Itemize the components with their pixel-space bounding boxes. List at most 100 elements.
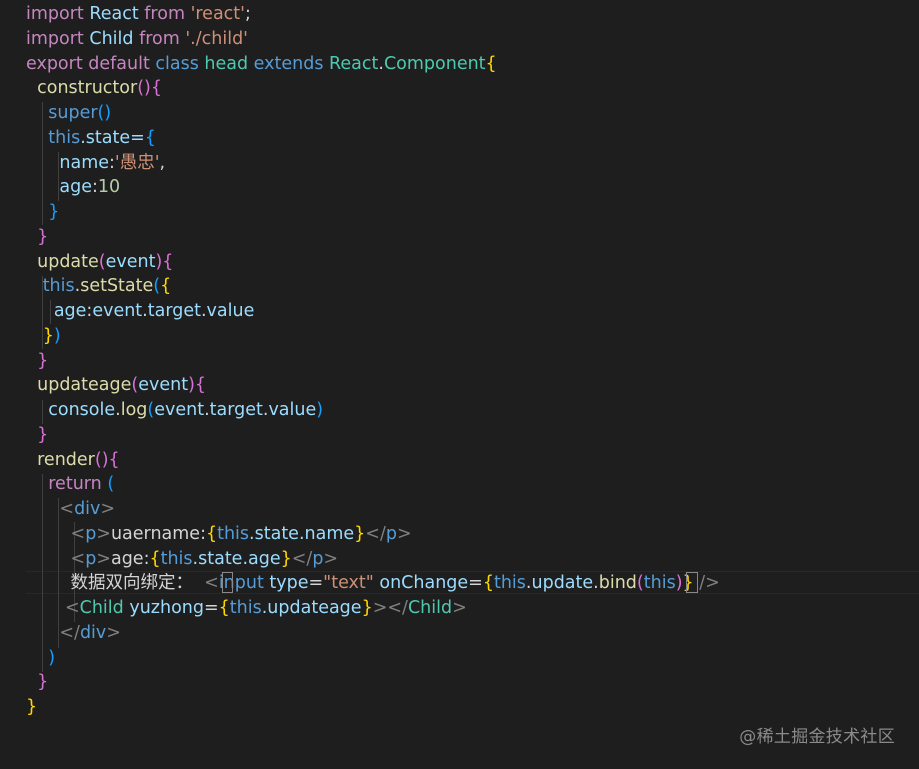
code-token: {: [160, 276, 172, 297]
code-token: </: [365, 523, 386, 544]
code-line[interactable]: <p>uaername:{this.state.name}</p>: [26, 522, 720, 547]
code-token: Child: [83, 28, 140, 49]
code-editor[interactable]: import React from 'react'; import Child f…: [0, 0, 919, 769]
code-line[interactable]: </div>: [26, 621, 720, 646]
code-token: >: [323, 548, 339, 569]
code-token: this: [217, 523, 250, 544]
code-token: =: [468, 573, 483, 594]
code-line[interactable]: updateage(event){: [26, 373, 720, 398]
code-content[interactable]: import React from 'react'; import Child f…: [26, 2, 720, 720]
code-token: >: [452, 598, 467, 618]
code-token: {: [205, 523, 218, 544]
code-token: ;: [244, 4, 251, 24]
code-token: this: [643, 573, 676, 594]
code-line[interactable]: super(): [26, 101, 720, 126]
code-token: {: [482, 573, 494, 594]
code-token: ): [26, 647, 56, 668]
code-token: 数据双向绑定：: [26, 573, 205, 594]
code-line[interactable]: console.log(event.target.value): [26, 398, 720, 423]
code-line[interactable]: constructor(){: [26, 76, 720, 101]
code-token: constructor: [26, 78, 138, 99]
code-token: "text": [323, 573, 374, 594]
code-line[interactable]: }: [26, 200, 720, 225]
code-token: extends: [253, 53, 324, 74]
code-token: Child: [407, 598, 453, 618]
code-line[interactable]: export default class head extends React.…: [26, 52, 720, 77]
code-line[interactable]: }: [26, 225, 720, 250]
code-token: this: [26, 127, 81, 148]
code-line[interactable]: }: [26, 349, 720, 374]
code-line[interactable]: age:event.target.value: [26, 299, 720, 324]
code-token: name: [26, 152, 110, 173]
code-line[interactable]: this.state={: [26, 126, 720, 151]
code-token: >: [96, 548, 111, 569]
code-line[interactable]: <p>age:{this.state.age}</p>: [26, 547, 720, 572]
code-line[interactable]: <Child yuzhong={this.updateage}></Child>: [26, 596, 720, 621]
code-token: target: [209, 400, 263, 420]
code-token: }: [361, 598, 373, 618]
code-token: p: [312, 548, 324, 569]
code-line[interactable]: ): [26, 646, 720, 671]
code-token: age: [26, 301, 87, 321]
code-token: }: [280, 548, 292, 569]
code-token: bind: [598, 573, 637, 594]
code-token: this: [26, 276, 75, 297]
code-line[interactable]: name:'愚忠',: [26, 151, 720, 176]
code-token: log: [120, 400, 148, 420]
code-token: >: [106, 622, 121, 643]
watermark-text: @稀土掘金技术社区: [739, 727, 895, 747]
code-token: onChange: [373, 573, 469, 594]
code-token: >: [396, 523, 412, 544]
code-token: age:: [110, 548, 150, 569]
code-token: }: [26, 226, 49, 247]
code-token: {: [218, 598, 230, 618]
code-token: <: [70, 548, 86, 569]
code-token: target: [147, 301, 201, 321]
code-line[interactable]: age:10: [26, 175, 720, 200]
code-token: }: [26, 424, 49, 445]
code-token: ): [675, 573, 683, 594]
code-token: <: [204, 573, 219, 594]
code-line[interactable]: this.setState({: [26, 274, 720, 299]
code-token: event: [105, 251, 156, 272]
code-line[interactable]: }: [26, 670, 720, 695]
code-line[interactable]: <div>: [26, 497, 720, 522]
code-line[interactable]: }: [26, 423, 720, 448]
code-token: import: [26, 28, 84, 49]
code-line[interactable]: }): [26, 324, 720, 349]
code-line[interactable]: update(event){: [26, 250, 720, 275]
code-token: return: [26, 474, 102, 495]
code-token: console: [26, 400, 116, 420]
code-token: Child: [79, 598, 124, 618]
bracket-match-open: [222, 572, 233, 593]
code-line[interactable]: render(){: [26, 448, 720, 473]
code-token: (: [98, 251, 106, 272]
code-token: from: [144, 4, 185, 24]
code-token: event: [92, 301, 143, 321]
code-token: updateage: [26, 375, 132, 396]
code-token: =: [308, 573, 324, 594]
code-token: '愚忠': [114, 152, 160, 173]
code-token: import: [26, 4, 84, 24]
code-line[interactable]: return (: [26, 472, 720, 497]
code-token: ){: [155, 251, 174, 272]
code-token: </: [291, 548, 313, 569]
code-token: value: [206, 301, 255, 321]
code-token: React: [323, 53, 379, 74]
code-line[interactable]: }: [26, 695, 720, 720]
code-token: (): [97, 103, 112, 123]
code-token: .state=: [80, 127, 145, 148]
code-line[interactable]: 数据双向绑定： <input type="text" onChange={thi…: [26, 571, 720, 596]
code-token: (: [636, 573, 644, 594]
code-token: <: [64, 598, 80, 618]
code-token: =: [203, 598, 219, 618]
code-token: this: [493, 573, 526, 594]
bracket-match-close: [686, 572, 698, 593]
code-line[interactable]: import Child from './child': [26, 27, 720, 52]
code-token: p: [85, 523, 97, 544]
code-line[interactable]: import React from 'react';: [26, 2, 720, 27]
